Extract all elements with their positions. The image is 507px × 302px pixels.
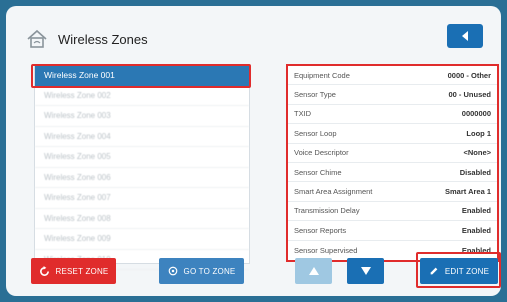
wireless-zones-panel: Wireless Zones Wireless Zone 001 Wireles… — [6, 6, 501, 296]
property-label: Sensor Supervised — [294, 245, 358, 255]
move-up-button[interactable] — [295, 258, 332, 284]
property-row: Sensor Reports Enabled — [288, 221, 497, 241]
property-label: Sensor Chime — [294, 167, 342, 177]
property-row: Voice Descriptor <None> — [288, 144, 497, 163]
page-title: Wireless Zones — [58, 31, 148, 47]
target-icon — [168, 266, 177, 276]
property-value: Enabled — [461, 225, 491, 235]
zone-list-item[interactable]: Wireless Zone 005 — [35, 147, 249, 168]
zone-properties: Equipment Code 0000 - Other Sensor Type 00… — [286, 64, 499, 262]
property-label: Transmission Delay — [294, 206, 360, 216]
property-label: Voice Descriptor — [294, 148, 349, 158]
property-label: TXID — [294, 109, 312, 119]
property-row: Equipment Code 0000 - Other — [288, 66, 497, 86]
property-value: 0000 - Other — [447, 70, 491, 80]
property-value: Disabled — [459, 167, 491, 177]
arrow-up-icon — [308, 267, 319, 275]
arrow-down-icon — [360, 267, 371, 275]
property-value: 00 - Unused — [448, 90, 491, 100]
reset-zone-button[interactable]: RESET ZONE — [31, 258, 116, 284]
go-to-zone-button[interactable]: GO TO ZONE — [159, 258, 244, 284]
zone-list-item[interactable]: Wireless Zone 008 — [35, 209, 249, 229]
property-value: 0000000 — [461, 109, 491, 119]
property-row: Sensor Chime Disabled — [288, 163, 497, 183]
property-row: Sensor Loop Loop 1 — [288, 124, 497, 144]
zone-list-item[interactable]: Wireless Zone 009 — [35, 229, 249, 250]
home-icon[interactable] — [26, 29, 48, 49]
property-label: Sensor Loop — [294, 128, 337, 138]
property-row: Transmission Delay Enabled — [288, 202, 497, 222]
reset-icon — [39, 265, 49, 276]
property-value: Loop 1 — [466, 128, 491, 138]
zone-list-item[interactable]: Wireless Zone 004 — [35, 127, 249, 147]
property-label: Sensor Type — [294, 90, 336, 100]
property-value: <None> — [463, 148, 491, 158]
zone-list-item[interactable]: Wireless Zone 007 — [35, 188, 249, 209]
property-row: TXID 0000000 — [288, 105, 497, 125]
back-button[interactable] — [447, 24, 483, 48]
property-label: Smart Area Assignment — [294, 187, 373, 197]
header: Wireless Zones — [26, 28, 148, 50]
selected-zone-highlight — [31, 64, 251, 88]
property-label: Equipment Code — [294, 70, 350, 80]
property-row: Sensor Type 00 - Unused — [288, 85, 497, 105]
zone-list-item[interactable]: Wireless Zone 002 — [35, 86, 249, 106]
arrow-left-icon — [462, 31, 468, 41]
zone-list-item[interactable]: Wireless Zone 003 — [35, 106, 249, 127]
edit-zone-highlight — [416, 252, 501, 288]
property-value: Smart Area 1 — [445, 187, 491, 197]
zone-list[interactable]: Wireless Zone 001 Wireless Zone 002 Wire… — [34, 64, 250, 270]
property-label: Sensor Reports — [294, 225, 347, 235]
zone-list-item[interactable]: Wireless Zone 006 — [35, 168, 249, 188]
property-row: Smart Area Assignment Smart Area 1 — [288, 182, 497, 202]
go-to-zone-label: GO TO ZONE — [183, 266, 236, 276]
property-value: Enabled — [461, 206, 491, 216]
move-down-button[interactable] — [347, 258, 384, 284]
reset-zone-label: RESET ZONE — [55, 266, 109, 276]
